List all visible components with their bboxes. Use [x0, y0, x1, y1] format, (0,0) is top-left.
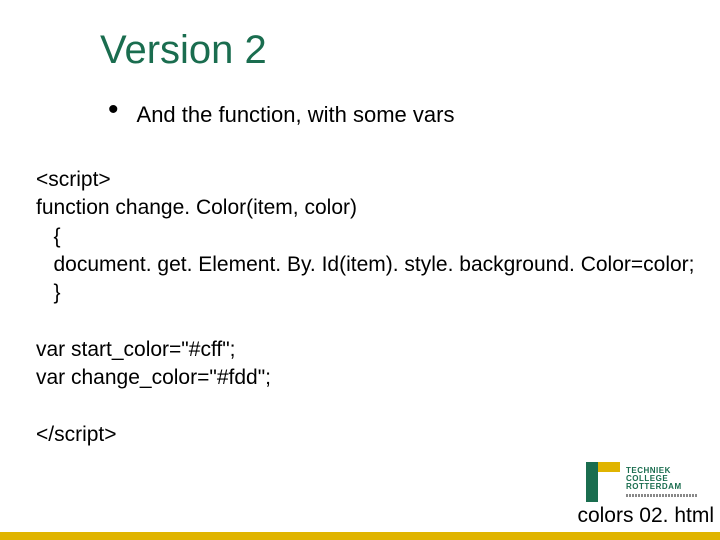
code-line: function change. Color(item, color)	[36, 196, 357, 219]
bullet-text: And the function, with some vars	[137, 101, 455, 128]
code-line: var change_color="#fdd";	[36, 366, 271, 389]
logo-mark-icon	[586, 462, 620, 502]
logo-line: ROTTERDAM	[626, 483, 698, 491]
logo: TECHNIEK COLLEGE ROTTERDAM	[586, 462, 698, 502]
code-line: var start_color="#cff";	[36, 338, 236, 361]
footer-bar	[0, 532, 720, 540]
code-line: }	[36, 281, 61, 304]
bullet-dot-icon: •	[108, 101, 119, 119]
slide-caption: colors 02. html	[577, 504, 714, 528]
code-line: {	[36, 225, 61, 248]
code-block: <script> function change. Color(item, co…	[36, 166, 688, 449]
slide-title: Version 2	[100, 28, 688, 73]
bullet-item: • And the function, with some vars	[108, 101, 688, 128]
logo-subline-icon	[626, 494, 698, 497]
code-line: </script>	[36, 423, 117, 446]
logo-text: TECHNIEK COLLEGE ROTTERDAM	[626, 467, 698, 497]
code-line: <script>	[36, 168, 111, 191]
slide: Version 2 • And the function, with some …	[0, 0, 720, 540]
code-line: document. get. Element. By. Id(item). st…	[36, 253, 695, 276]
